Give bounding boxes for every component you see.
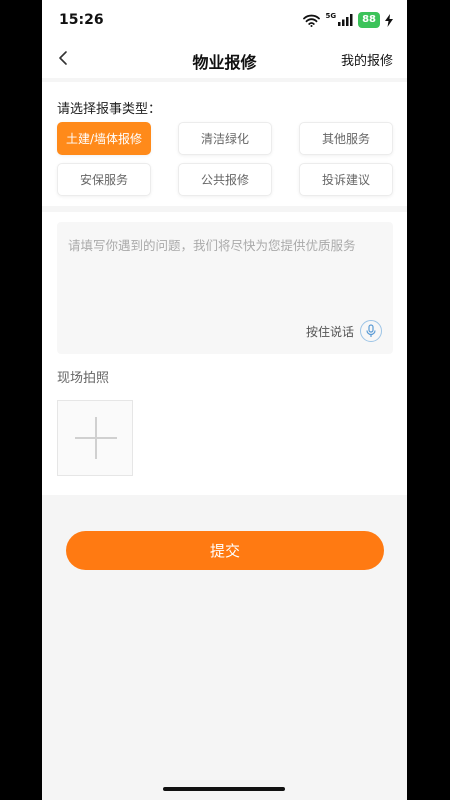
phone-screen: 15:26 5G 88 物业报修 我的报修 请选择报事类型： 土建/墙体报修 清…: [42, 0, 407, 800]
photo-section-label: 现场拍照: [57, 371, 110, 386]
my-repairs-link[interactable]: 我的报修: [341, 50, 393, 69]
wifi-icon: [303, 14, 321, 27]
description-section: 请填写你遇到的问题，我们将尽快为您提供优质服务 按住说话 现场拍照: [42, 212, 407, 495]
status-bar: 15:26 5G 88: [42, 0, 407, 40]
status-icons: 5G 88: [303, 12, 393, 28]
chip-security-services[interactable]: 安保服务: [57, 163, 151, 196]
problem-description-input[interactable]: 请填写你遇到的问题，我们将尽快为您提供优质服务 按住说话: [57, 222, 393, 354]
add-photo-button[interactable]: [57, 400, 133, 476]
voice-input-button[interactable]: 按住说话: [306, 320, 382, 342]
chip-complaint-suggestion[interactable]: 投诉建议: [299, 163, 393, 196]
network-type: 5G: [325, 12, 337, 20]
battery-indicator: 88: [358, 12, 380, 28]
repair-type-label: 请选择报事类型：: [57, 102, 162, 117]
home-indicator: [163, 787, 285, 791]
chip-civil-wall-repair[interactable]: 土建/墙体报修: [57, 122, 151, 155]
description-placeholder: 请填写你遇到的问题，我们将尽快为您提供优质服务: [68, 238, 356, 253]
charging-bolt-icon: [385, 13, 393, 27]
voice-input-label: 按住说话: [305, 324, 354, 339]
chip-public-repair[interactable]: 公共报修: [178, 163, 272, 196]
plus-icon: [75, 417, 117, 459]
repair-type-section: 请选择报事类型： 土建/墙体报修 清洁绿化 其他服务 安保服务 公共报修 投诉建…: [42, 82, 407, 206]
microphone-icon: [360, 320, 382, 342]
status-time: 15:26: [59, 12, 104, 28]
submit-button[interactable]: 提交: [66, 531, 384, 570]
signal-icon: [338, 14, 353, 26]
chip-cleaning-greening[interactable]: 清洁绿化: [178, 122, 272, 155]
chip-other-services[interactable]: 其他服务: [299, 122, 393, 155]
repair-type-chips: 土建/墙体报修 清洁绿化 其他服务 安保服务 公共报修 投诉建议: [57, 122, 393, 196]
nav-bar: 物业报修 我的报修: [42, 40, 407, 78]
